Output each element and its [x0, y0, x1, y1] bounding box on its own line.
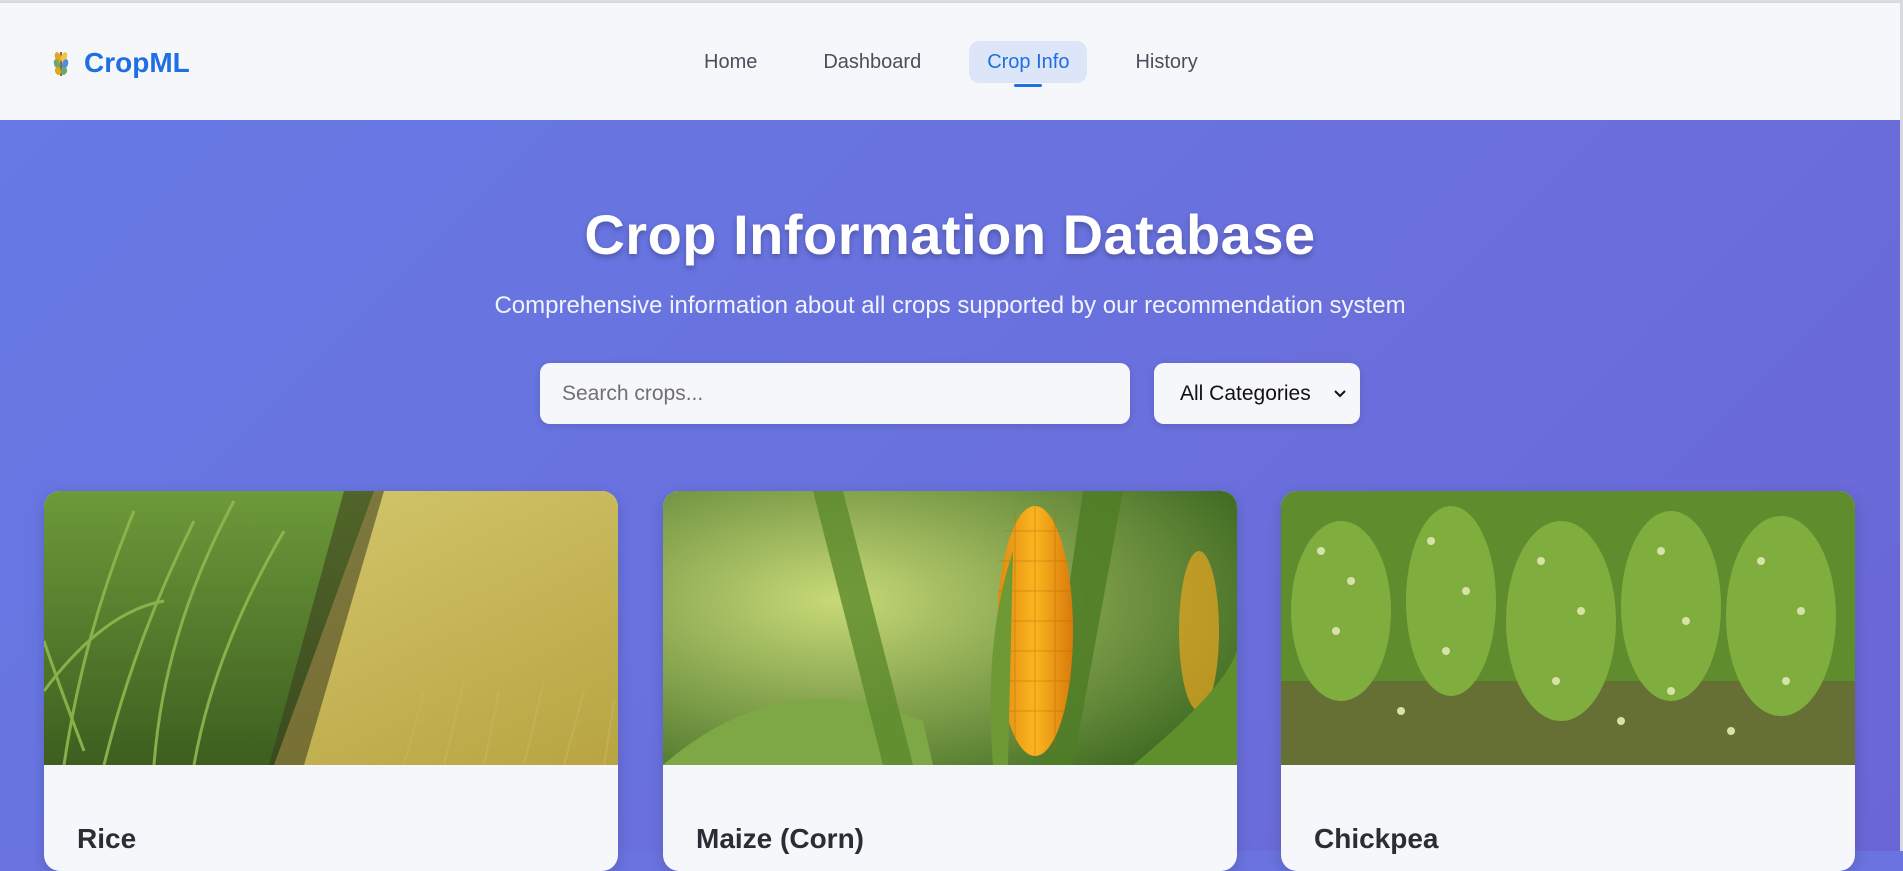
crop-name: Chickpea: [1314, 823, 1439, 854]
crop-name: Rice: [77, 823, 137, 854]
hero-section: Crop Information Database Comprehensive …: [0, 120, 1900, 871]
chickpea-plants-photo: [1281, 491, 1855, 765]
crop-card-chickpea[interactable]: Chickpea: [1281, 491, 1855, 871]
nav-dashboard[interactable]: Dashboard: [805, 41, 939, 83]
wheat-icon: [53, 52, 69, 76]
nav-crop-info[interactable]: Crop Info: [969, 41, 1088, 83]
nav-history[interactable]: History: [1117, 41, 1215, 83]
page-subtitle: Comprehensive information about all crop…: [494, 292, 1406, 319]
page-title: Crop Information Database: [584, 203, 1316, 266]
main-nav: Home Dashboard Crop Info History: [686, 41, 1236, 83]
brand-logo[interactable]: CropML: [48, 47, 190, 79]
crop-card-maize[interactable]: Maize (Corn): [663, 491, 1237, 871]
crop-name: Maize (Corn): [696, 823, 864, 854]
brand-name: CropML: [84, 47, 190, 78]
search-input[interactable]: [540, 363, 1130, 424]
chevron-down-icon: [1334, 389, 1346, 397]
category-select-value: All Categories: [1180, 381, 1311, 405]
category-select[interactable]: All Categories: [1154, 363, 1360, 424]
rice-field-photo: [44, 491, 618, 765]
navbar: CropML Home Dashboard Crop Info History: [0, 3, 1900, 120]
nav-home[interactable]: Home: [686, 41, 775, 83]
crop-card-rice[interactable]: Rice: [44, 491, 618, 871]
maize-cob-photo: [663, 491, 1237, 765]
